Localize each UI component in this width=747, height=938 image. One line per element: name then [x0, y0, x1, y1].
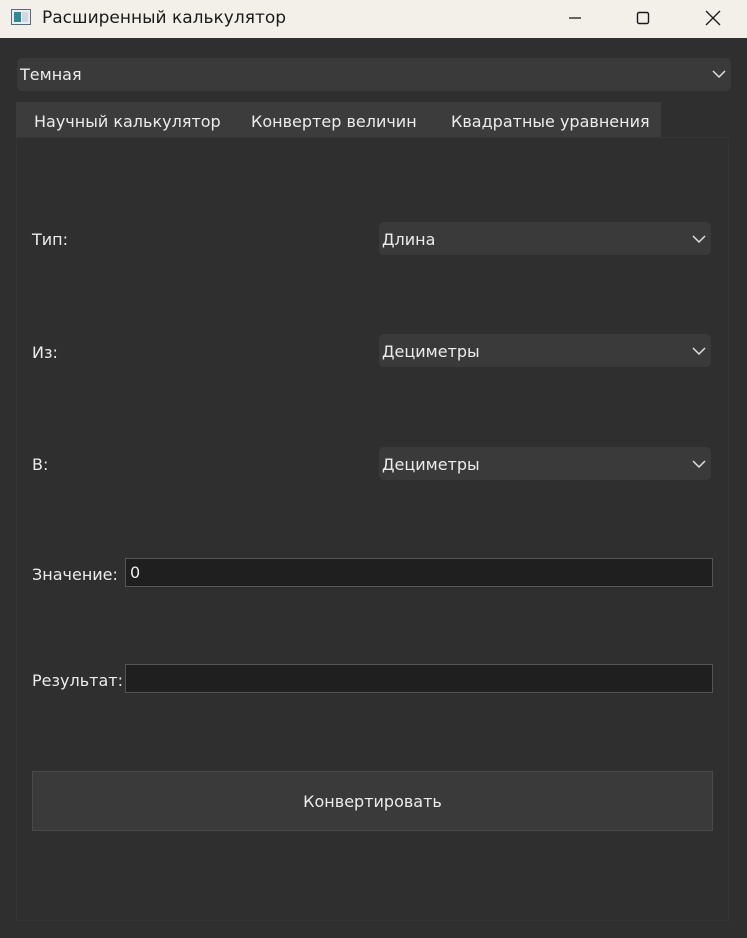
maximize-button[interactable] [620, 0, 666, 36]
app-window-icon [11, 9, 31, 25]
type-dropdown-value: Длина [382, 230, 436, 249]
close-button[interactable] [690, 0, 736, 36]
type-label: Тип: [32, 230, 69, 249]
theme-dropdown-value: Темная [20, 65, 82, 84]
result-output[interactable] [125, 664, 713, 693]
result-label: Результат: [32, 671, 123, 690]
value-label: Значение: [32, 565, 118, 584]
close-icon [705, 10, 721, 26]
title-bar: Расширенный калькулятор [0, 0, 747, 38]
convert-button[interactable]: Конвертировать [32, 771, 713, 831]
value-input[interactable] [125, 558, 713, 587]
tab-scientific-calculator[interactable]: Научный калькулятор [34, 112, 221, 131]
chevron-down-icon [692, 347, 706, 356]
window-title: Расширенный калькулятор [42, 8, 287, 28]
chevron-down-icon [692, 460, 706, 469]
to-unit-dropdown[interactable]: Дециметры [379, 447, 711, 480]
minimize-icon [569, 17, 581, 19]
maximize-icon [636, 11, 650, 25]
chevron-down-icon [692, 235, 706, 244]
from-label: Из: [32, 343, 58, 362]
minimize-button[interactable] [552, 0, 598, 36]
type-dropdown[interactable]: Длина [379, 222, 711, 255]
theme-dropdown[interactable]: Темная [17, 58, 731, 91]
tab-quadratic-equations[interactable]: Квадратные уравнения [451, 112, 650, 131]
to-label: В: [32, 455, 49, 474]
to-unit-value: Дециметры [382, 455, 480, 474]
tab-unit-converter[interactable]: Конвертер величин [251, 112, 417, 131]
app-window: Расширенный калькулятор Темная Научный к… [0, 0, 747, 938]
from-unit-value: Дециметры [382, 342, 480, 361]
chevron-down-icon [712, 70, 726, 79]
from-unit-dropdown[interactable]: Дециметры [379, 334, 711, 367]
tab-bar: Научный калькулятор Конвертер величин Кв… [16, 102, 661, 138]
